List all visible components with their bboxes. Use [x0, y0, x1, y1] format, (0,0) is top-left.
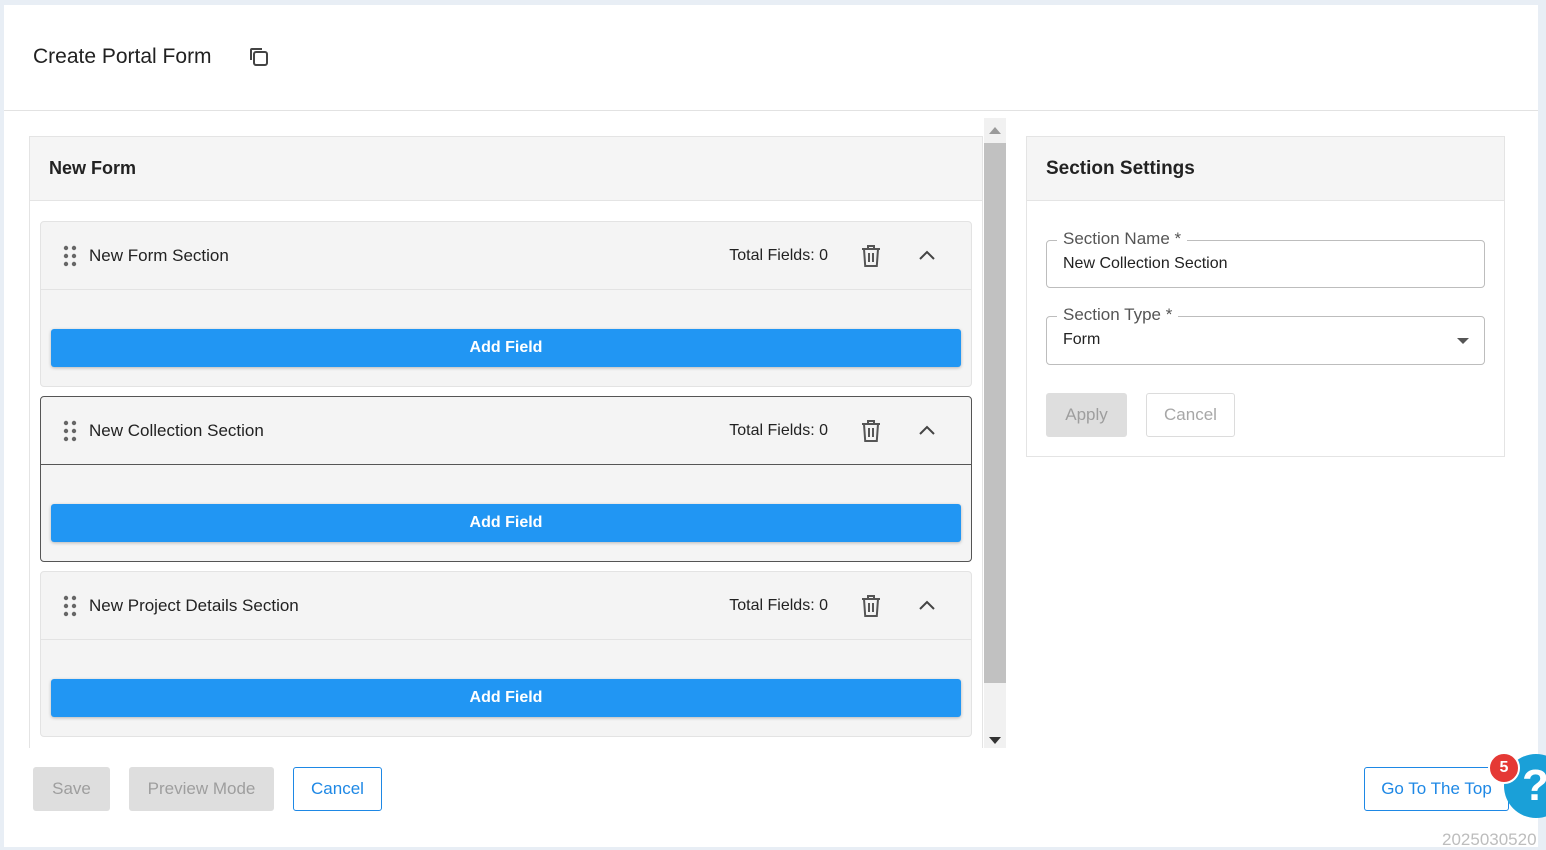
section-name-input[interactable]: [1063, 255, 1443, 273]
builder-scrollbar[interactable]: [984, 118, 1006, 748]
scroll-up-arrow-icon[interactable]: [989, 127, 1001, 134]
form-section[interactable]: New Form Section Total Fields: 0 Add Fie…: [40, 221, 972, 387]
copy-icon[interactable]: [247, 45, 271, 69]
preview-mode-button[interactable]: Preview Mode: [129, 767, 274, 811]
version-label: 2025030520: [1442, 830, 1537, 849]
go-to-top-button[interactable]: Go To The Top: [1364, 767, 1509, 811]
section-name: New Form Section: [89, 245, 229, 265]
section-body: Add Field: [41, 290, 971, 386]
cancel-button[interactable]: Cancel: [293, 767, 382, 811]
add-field-button[interactable]: Add Field: [51, 329, 961, 367]
section-body: Add Field: [41, 465, 971, 561]
chevron-up-icon[interactable]: [915, 419, 939, 443]
project-details-section[interactable]: New Project Details Section Total Fields…: [40, 571, 972, 737]
total-fields-count: Total Fields: 0: [729, 596, 828, 614]
page-title: Create Portal Form: [33, 45, 212, 68]
scrollbar-thumb[interactable]: [984, 143, 1006, 683]
section-name: New Collection Section: [89, 420, 264, 440]
page-header: Create Portal Form: [4, 5, 1538, 111]
total-fields-count: Total Fields: 0: [729, 421, 828, 439]
section-type-label: Section Type *: [1057, 305, 1179, 325]
dropdown-arrow-icon[interactable]: [1457, 338, 1469, 344]
section-name-field[interactable]: Section Name *: [1046, 229, 1485, 288]
section-type-value: Form: [1063, 331, 1101, 348]
collection-section[interactable]: New Collection Section Total Fields: 0 A…: [40, 396, 972, 562]
trash-icon[interactable]: [859, 593, 883, 619]
help-widget[interactable]: ? 5: [1488, 752, 1546, 824]
settings-header: Section Settings: [1027, 137, 1504, 201]
chevron-up-icon[interactable]: [915, 244, 939, 268]
add-field-button[interactable]: Add Field: [51, 504, 961, 542]
section-name: New Project Details Section: [89, 595, 299, 615]
drag-handle-icon[interactable]: [63, 594, 77, 618]
settings-cancel-button[interactable]: Cancel: [1146, 393, 1235, 437]
section-type-select[interactable]: Section Type * Form: [1046, 305, 1485, 365]
drag-handle-icon[interactable]: [63, 244, 77, 268]
section-header[interactable]: New Form Section Total Fields: 0: [41, 222, 971, 290]
section-settings-panel: Section Settings Section Name * Section …: [1026, 136, 1505, 457]
settings-title: Section Settings: [1046, 157, 1195, 179]
builder-header: New Form: [30, 137, 982, 201]
trash-icon[interactable]: [859, 243, 883, 269]
add-field-button[interactable]: Add Field: [51, 679, 961, 717]
total-fields-count: Total Fields: 0: [729, 246, 828, 264]
save-button[interactable]: Save: [33, 767, 110, 811]
trash-icon[interactable]: [859, 418, 883, 444]
drag-handle-icon[interactable]: [63, 419, 77, 443]
section-header[interactable]: New Collection Section Total Fields: 0: [41, 397, 971, 465]
apply-button[interactable]: Apply: [1046, 393, 1127, 437]
form-title: New Form: [49, 158, 137, 178]
section-body: Add Field: [41, 640, 971, 736]
section-header[interactable]: New Project Details Section Total Fields…: [41, 572, 971, 640]
scroll-down-arrow-icon[interactable]: [989, 737, 1001, 744]
form-builder: New Form New Form Section Total Fields: …: [29, 136, 983, 748]
chevron-up-icon[interactable]: [915, 594, 939, 618]
notification-badge: 5: [1488, 752, 1520, 784]
section-name-label: Section Name *: [1057, 229, 1188, 249]
